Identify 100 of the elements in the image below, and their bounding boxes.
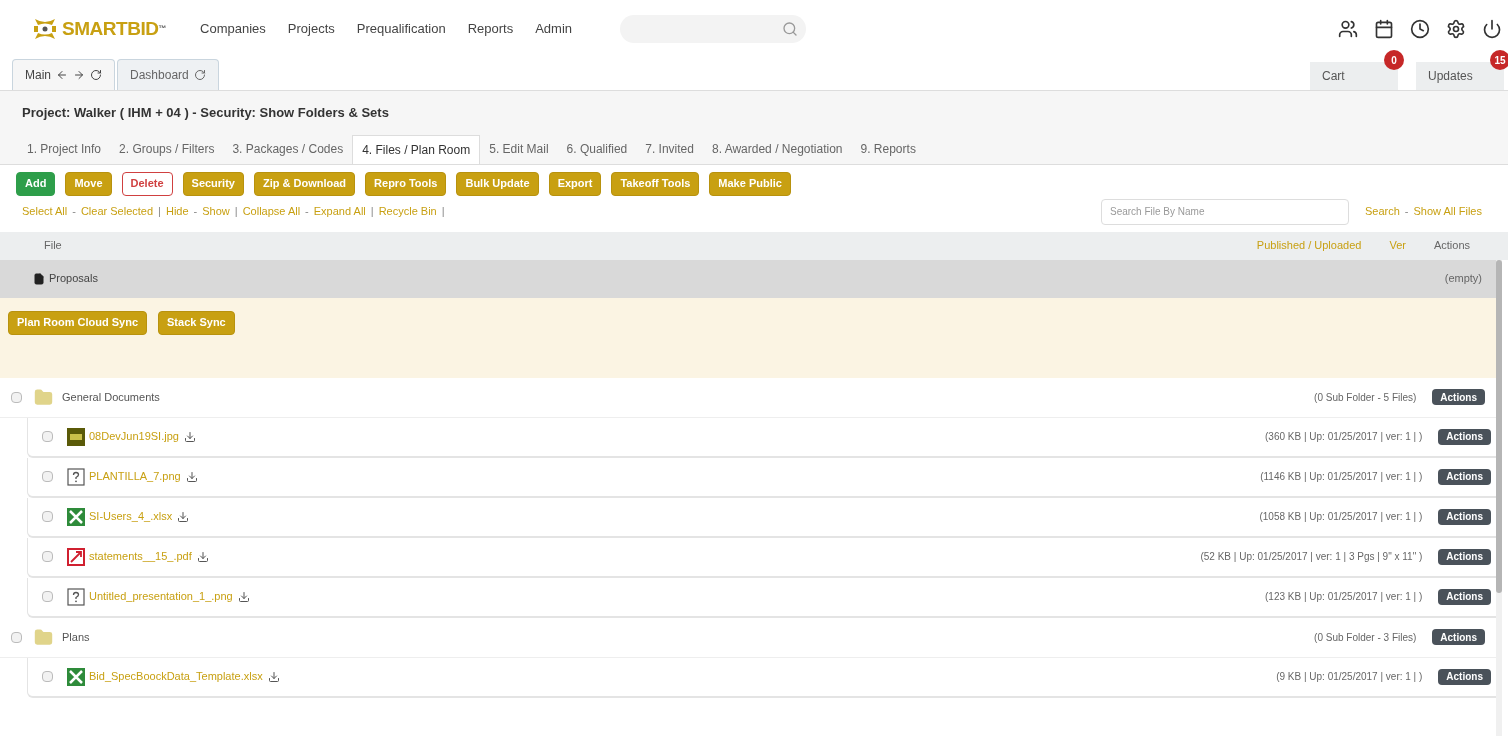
users-icon[interactable] (1338, 19, 1358, 39)
sync-button[interactable]: Stack Sync (158, 310, 235, 335)
menu-item[interactable]: Projects (287, 19, 335, 39)
download-icon[interactable] (196, 550, 209, 563)
action-link[interactable]: Collapse All (242, 203, 301, 220)
menu-item[interactable]: Prequalification (356, 19, 446, 39)
actions-button[interactable]: Actions (1438, 428, 1491, 445)
tab-label: Dashboard (130, 67, 189, 84)
window-tab[interactable]: Main (12, 59, 115, 90)
download-icon[interactable] (267, 670, 280, 683)
file-link[interactable]: PLANTILLA_7.png (89, 468, 181, 485)
back-icon[interactable] (56, 69, 68, 81)
actions-button[interactable]: Actions (1438, 588, 1491, 605)
download-icon[interactable] (237, 590, 250, 603)
separator: | (441, 204, 445, 220)
file-link[interactable]: SI-Users_4_.xlsx (89, 508, 173, 525)
action-link[interactable]: Show (202, 203, 230, 220)
clock-icon[interactable] (1410, 19, 1430, 39)
step-tab[interactable]: 7. Invited (636, 134, 703, 164)
toolbar-button[interactable]: Move (65, 171, 112, 196)
action-link[interactable]: Show All Files (1413, 203, 1482, 220)
step-tab[interactable]: 8. Awarded / Negotiation (702, 134, 852, 164)
checkbox[interactable] (42, 511, 53, 522)
menu-item[interactable]: Admin (535, 19, 573, 39)
step-tab[interactable]: 1. Project Info (18, 134, 111, 164)
toolbar-button[interactable]: Zip & Download (253, 171, 356, 196)
action-link[interactable]: Select All (22, 203, 68, 220)
checkbox[interactable] (42, 591, 53, 602)
folder-summary: (0 Sub Folder - 3 Files) (1314, 630, 1417, 645)
search-field[interactable] (620, 15, 807, 43)
scrollbar[interactable] (1496, 259, 1502, 736)
refresh-icon[interactable] (90, 69, 102, 81)
logo-text: SMARTBID$^{™}$ (62, 16, 166, 41)
file-link[interactable]: Bid_SpecBoockData_Template.xlsx (89, 668, 263, 685)
file-info: (1146 KB | Up: 01/25/2017 | ver: 1 | ) (1260, 470, 1423, 484)
file-search-field[interactable]: Search File By Name (1101, 198, 1349, 225)
settings-icon[interactable] (1446, 19, 1466, 39)
checkbox[interactable] (42, 671, 53, 682)
toolbar-button[interactable]: Export (548, 171, 602, 196)
spreadsheet-file-icon (67, 507, 85, 526)
actions-button[interactable]: Actions (1432, 389, 1485, 405)
calendar-icon[interactable] (1374, 19, 1394, 39)
toolbar-button[interactable]: Security (182, 171, 244, 196)
toolbar-button[interactable]: Make Public (709, 171, 791, 196)
actions-button[interactable]: Actions (1438, 668, 1491, 685)
separator: | (234, 204, 238, 220)
file-link[interactable]: Untitled_presentation_1_.png (89, 588, 233, 605)
toolbar-button[interactable]: Add (16, 171, 56, 196)
step-tab[interactable]: 4. Files / Plan Room (352, 134, 481, 164)
folder-status: (empty) (1444, 271, 1482, 287)
checkbox[interactable] (11, 631, 22, 643)
actions-button[interactable]: Actions (1438, 508, 1491, 525)
toolbar-button[interactable]: Takeoff Tools (611, 171, 700, 196)
file-link[interactable]: statements__15_.pdf (89, 548, 192, 565)
folder-name[interactable]: General Documents (62, 388, 160, 406)
checkbox[interactable] (42, 551, 53, 562)
checkbox[interactable] (42, 471, 53, 482)
download-icon[interactable] (177, 510, 190, 523)
file-info: (1058 KB | Up: 01/25/2017 | ver: 1 | ) (1259, 510, 1423, 524)
toolbar-button[interactable]: Repro Tools (365, 171, 447, 196)
step-tab[interactable]: 2. Groups / Filters (110, 134, 224, 164)
download-icon[interactable] (183, 430, 196, 443)
actions-button[interactable]: Actions (1438, 548, 1491, 565)
actions-button[interactable]: Actions (1432, 629, 1485, 645)
action-link[interactable]: Clear Selected (80, 203, 154, 220)
logo[interactable]: SMARTBID$^{™}$ (32, 14, 166, 44)
checkbox[interactable] (42, 431, 53, 442)
unknown-file-icon (67, 587, 85, 606)
folder-name[interactable]: Proposals (49, 270, 98, 287)
spreadsheet-file-icon (67, 667, 85, 686)
forward-icon[interactable] (73, 69, 85, 81)
action-link[interactable]: Search (1365, 203, 1400, 220)
actions-button[interactable]: Actions (1438, 468, 1491, 485)
checkbox[interactable] (11, 391, 22, 403)
search-icon[interactable] (782, 21, 799, 37)
sync-button[interactable]: Plan Room Cloud Sync (8, 310, 147, 335)
folder-name[interactable]: Plans (62, 628, 90, 646)
toolbar-button[interactable]: Bulk Update (456, 171, 539, 196)
image-file-icon (67, 427, 85, 446)
download-icon[interactable] (185, 470, 198, 483)
separator: - (72, 204, 76, 220)
separator: | (370, 204, 374, 220)
step-tab[interactable]: 9. Reports (851, 134, 925, 164)
power-icon[interactable] (1482, 19, 1502, 39)
menu-item[interactable]: Reports (467, 19, 514, 39)
step-tab[interactable]: 5. Edit Mail (480, 134, 558, 164)
toolbar-button[interactable]: Delete (121, 171, 173, 196)
step-tab[interactable]: 3. Packages / Codes (223, 134, 353, 164)
action-link[interactable]: Hide (165, 203, 189, 220)
file-link[interactable]: 08DevJun19SI.jpg (89, 428, 179, 445)
step-tab[interactable]: 6. Qualified (557, 134, 637, 164)
window-tab[interactable]: Dashboard (117, 59, 219, 90)
column-header: File (44, 238, 62, 254)
action-link[interactable]: Expand All (313, 203, 366, 220)
menu-item[interactable]: Companies (200, 19, 266, 39)
count-badge: 0 (1384, 50, 1404, 70)
folder-icon (34, 387, 53, 407)
refresh-icon[interactable] (193, 69, 206, 81)
action-link[interactable]: Recycle Bin (378, 203, 437, 220)
separator: - (305, 204, 309, 220)
